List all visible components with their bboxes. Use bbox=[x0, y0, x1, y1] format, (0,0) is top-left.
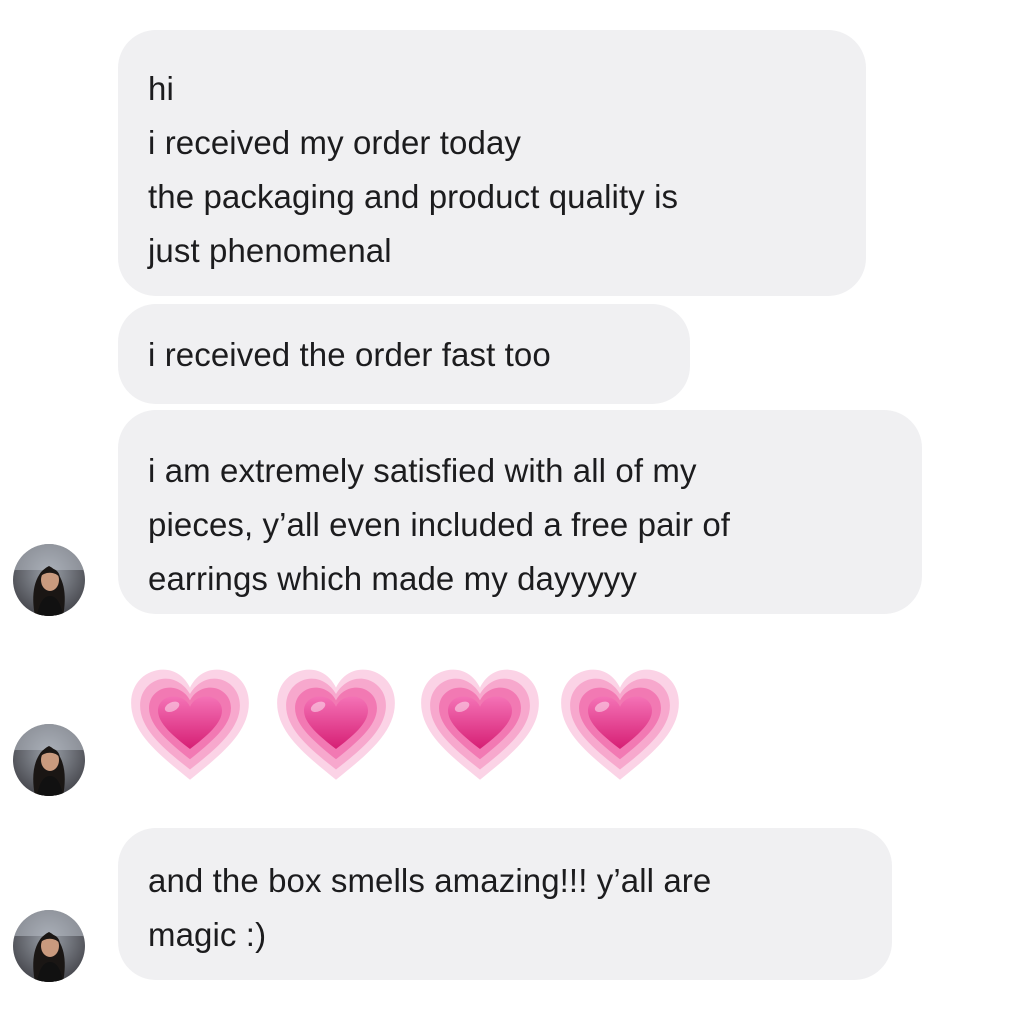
message-line: the packaging and product quality is bbox=[148, 178, 679, 215]
message-bubble[interactable]: hi i received my order today the packagi… bbox=[118, 30, 866, 296]
message-bubble[interactable]: i am extremely satisfied with all of my … bbox=[118, 410, 922, 614]
growing-heart-icon bbox=[126, 662, 254, 790]
growing-heart-icon bbox=[556, 662, 684, 790]
message-line: i received my order today bbox=[148, 124, 521, 161]
message-line: magic :) bbox=[148, 916, 267, 953]
message-bubble[interactable]: and the box smells amazing!!! y’all are … bbox=[118, 828, 892, 980]
avatar[interactable] bbox=[13, 910, 85, 982]
message-line: pieces, y’all even included a free pair … bbox=[148, 506, 731, 543]
message-line: and the box smells amazing!!! y’all are bbox=[148, 862, 712, 899]
growing-heart-icon bbox=[416, 662, 544, 790]
message-bubble[interactable]: i received the order fast too bbox=[118, 304, 690, 404]
message-line: just phenomenal bbox=[148, 232, 392, 269]
growing-heart-icon bbox=[272, 662, 400, 790]
message-line: hi bbox=[148, 70, 174, 107]
avatar[interactable] bbox=[13, 544, 85, 616]
message-line: i am extremely satisfied with all of my bbox=[148, 452, 697, 489]
message-line: i received the order fast too bbox=[148, 336, 551, 373]
avatar[interactable] bbox=[13, 724, 85, 796]
message-line: earrings which made my dayyyyy bbox=[148, 560, 638, 597]
